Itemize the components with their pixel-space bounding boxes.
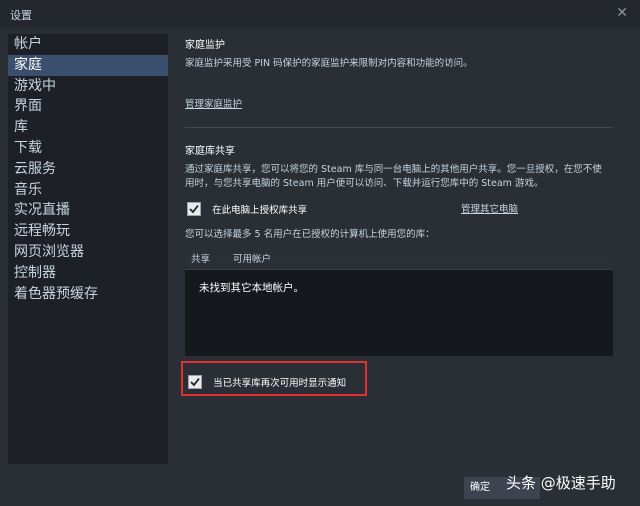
manage-other-computers-link[interactable]: 管理其它电脑 bbox=[461, 201, 518, 215]
family-monitor-heading: 家庭监护 bbox=[185, 40, 225, 51]
sidebar-item-account[interactable]: 帐户 bbox=[8, 34, 168, 55]
family-monitor-description: 家庭监护采用受 PIN 码保护的家庭监护来限制对内容和功能的访问。 bbox=[185, 58, 473, 69]
shared-users-table: 共享 可用帐户 未找到其它本地帐户。 bbox=[185, 251, 613, 356]
sidebar-item-music[interactable]: 音乐 bbox=[8, 180, 168, 201]
column-accounts: 可用帐户 bbox=[233, 254, 272, 265]
title-bar: 设置 ✕ bbox=[0, 0, 640, 28]
library-sharing-description-1: 通过家庭库共享，您可以将您的 Steam 库与同一台电脑上的其他用户共享。您一旦… bbox=[185, 164, 602, 175]
sidebar-item-shader-cache[interactable]: 着色器预缓存 bbox=[8, 284, 168, 305]
sidebar-item-family[interactable]: 家庭 bbox=[8, 54, 168, 76]
table-header: 共享 可用帐户 bbox=[185, 251, 613, 270]
close-icon[interactable]: ✕ bbox=[616, 5, 628, 21]
sidebar-item-cloud[interactable]: 云服务 bbox=[8, 159, 168, 180]
choose-users-text: 您可以选择最多 5 名用户在已授权的计算机上使用您的库： bbox=[185, 229, 435, 240]
manage-family-monitor-link[interactable]: 管理家庭监护 bbox=[185, 96, 242, 110]
sidebar-item-controller[interactable]: 控制器 bbox=[8, 263, 168, 284]
window-title: 设置 bbox=[10, 9, 32, 22]
empty-accounts-message: 未找到其它本地帐户。 bbox=[199, 282, 304, 294]
library-sharing-heading: 家庭库共享 bbox=[185, 146, 235, 157]
sidebar-item-interface[interactable]: 界面 bbox=[8, 96, 168, 117]
authorize-sharing-checkbox[interactable] bbox=[187, 201, 201, 216]
authorize-sharing-checkbox-row[interactable]: 在此电脑上授权库共享 bbox=[187, 198, 307, 218]
sidebar-item-web-browser[interactable]: 网页浏览器 bbox=[8, 242, 168, 263]
sidebar-item-broadcasting[interactable]: 实况直播 bbox=[8, 200, 168, 221]
sidebar-item-library[interactable]: 库 bbox=[8, 117, 168, 138]
library-sharing-description-2: 用时，与您共享电脑的 Steam 用户便可以访问、下载并运行您库中的 Steam… bbox=[185, 178, 544, 189]
section-divider bbox=[185, 127, 613, 128]
highlight-box bbox=[181, 361, 367, 396]
sidebar-item-remote-play[interactable]: 远程畅玩 bbox=[8, 221, 168, 242]
authorize-sharing-label: 在此电脑上授权库共享 bbox=[212, 205, 308, 216]
sidebar-item-in-game[interactable]: 游戏中 bbox=[8, 76, 168, 97]
sidebar: 帐户 家庭 游戏中 界面 库 下载 云服务 音乐 实况直播 远程畅玩 网页浏览器… bbox=[8, 34, 168, 464]
column-share: 共享 bbox=[191, 254, 211, 265]
sidebar-item-downloads[interactable]: 下载 bbox=[8, 138, 168, 159]
watermark: 头条 @极速手助 bbox=[506, 474, 616, 492]
